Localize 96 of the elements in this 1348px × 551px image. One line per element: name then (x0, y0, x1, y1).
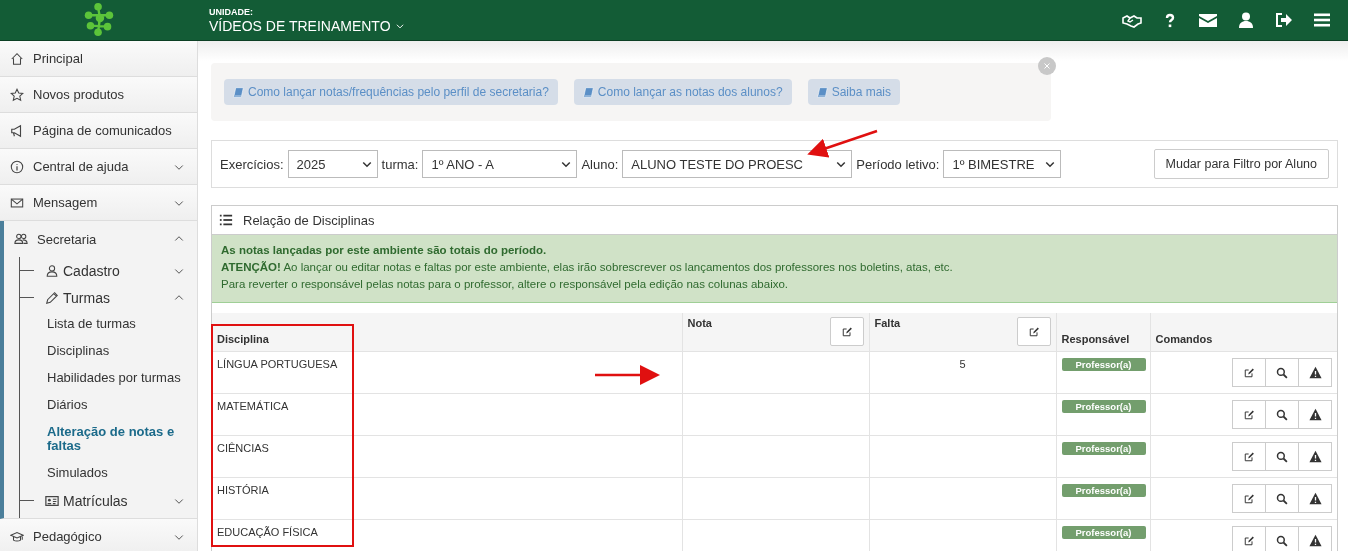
filter-label: turma: (381, 156, 419, 172)
responsible-tag: Professor(a) (1061, 526, 1146, 539)
table-cell: LÍNGUA PORTUGUESA (217, 358, 338, 370)
sidebar-link[interactable]: Diários (20, 392, 197, 419)
pencil-icon (45, 290, 59, 305)
filter-label: Exercícios: (220, 156, 284, 172)
close-icon (1043, 62, 1051, 70)
edit-icon (1243, 408, 1255, 421)
filter-select[interactable]: ALUNO TESTE DO PROESC (622, 150, 853, 178)
sidebar-item[interactable]: Principal (0, 41, 197, 77)
edit-icon (1243, 450, 1255, 463)
book-icon (816, 86, 828, 98)
edit-button[interactable] (1232, 484, 1266, 513)
sidebar-item[interactable]: Cadastro (20, 257, 197, 284)
warning-button[interactable] (1298, 442, 1332, 471)
warning-button[interactable] (1298, 526, 1332, 551)
warning-button[interactable] (1298, 400, 1332, 429)
search-icon (1276, 534, 1288, 547)
unit-dropdown[interactable]: VÍDEOS DE TREINAMENTO (209, 17, 1120, 34)
warning-icon (1308, 492, 1322, 505)
column-header: Responsável (1061, 333, 1130, 345)
mail-icon (10, 195, 24, 210)
annotation-arrow (807, 129, 878, 158)
column-header: Nota (687, 317, 712, 329)
warning-icon (1308, 408, 1322, 421)
edit-button[interactable] (1232, 526, 1266, 551)
filter-select[interactable]: 2025 (287, 150, 378, 178)
home-icon (10, 51, 24, 66)
info-icon (10, 159, 24, 174)
list-icon (219, 213, 233, 227)
warning-button[interactable] (1298, 358, 1332, 387)
star-icon (10, 87, 24, 102)
edit-button[interactable] (1232, 358, 1266, 387)
sidebar-item[interactable]: Página de comunicados (0, 113, 197, 149)
table-cell: EDUCAÇÃO FÍSICA (217, 526, 318, 538)
search-button[interactable] (1265, 400, 1299, 429)
responsible-tag: Professor(a) (1061, 400, 1146, 413)
megaphone-icon (10, 123, 24, 138)
table-cell: MATEMÁTICA (217, 400, 289, 412)
search-icon (1276, 492, 1288, 505)
table-cell: 5 (959, 358, 966, 370)
search-icon (1276, 408, 1288, 421)
sidebar-item[interactable]: Turmas (20, 284, 197, 311)
filter-label: Aluno: (581, 156, 619, 172)
book-icon (582, 86, 594, 98)
sidebar-link[interactable]: Simulados (20, 460, 197, 487)
filter-select[interactable]: 1º ANO - A (422, 150, 578, 178)
search-button[interactable] (1265, 358, 1299, 387)
notice-text: As notas lançadas por este ambiente são totais do período. (221, 243, 548, 258)
edit-icon (1243, 492, 1255, 505)
edit-icon (840, 325, 853, 338)
edit-button[interactable] (1232, 400, 1266, 429)
sidebar-item[interactable]: Novos produtos (0, 77, 197, 113)
search-icon (1276, 450, 1288, 463)
responsible-tag: Professor(a) (1061, 442, 1146, 455)
book-icon (233, 86, 244, 98)
user-icon (45, 263, 59, 278)
table-cell: HISTÓRIA (217, 484, 269, 496)
filter-mode-button[interactable]: Mudar para Filtro por Aluno (1153, 149, 1329, 179)
edit-button[interactable] (1232, 442, 1266, 471)
sidebar-item[interactable]: Central de ajuda (0, 149, 197, 185)
filter-label: Período letivo: (856, 156, 940, 172)
notice-text: Para reverter o responsável pelas notas para o professor, altere o responsável pela edição nas colunas abaixo. (221, 277, 790, 292)
unit-label: UNIDADE: (209, 6, 254, 17)
warning-icon (1308, 450, 1322, 463)
warning-icon (1308, 366, 1322, 379)
warning-icon (1308, 534, 1322, 547)
column-header: Disciplina (217, 333, 269, 345)
graduation-cap-icon (10, 529, 24, 544)
search-button[interactable] (1265, 484, 1299, 513)
sidebar-link[interactable]: Disciplinas (20, 338, 197, 365)
search-button[interactable] (1265, 442, 1299, 471)
sidebar-link[interactable]: Alteração de notas e faltas (20, 419, 197, 460)
responsible-tag: Professor(a) (1061, 358, 1146, 371)
edit-icon (1027, 325, 1040, 338)
panel-title: Relação de Disciplinas (243, 212, 375, 228)
sidebar-link[interactable]: Lista de turmas (20, 311, 197, 338)
sidebar-item[interactable]: Secretaria (4, 221, 197, 257)
search-icon (1276, 366, 1288, 379)
edit-icon (1243, 534, 1255, 547)
filter-select[interactable]: 1º BIMESTRE (943, 150, 1062, 178)
edit-icon (1243, 366, 1255, 379)
responsible-tag: Professor(a) (1061, 484, 1146, 497)
sidebar-item[interactable]: Mensagem (0, 185, 197, 221)
sidebar-link[interactable]: Habilidades por turmas (20, 365, 197, 392)
sidebar-item[interactable]: Matrículas (20, 487, 197, 514)
column-header: Comandos (1155, 333, 1213, 345)
edit-column-button[interactable] (1016, 317, 1051, 346)
table-cell: CIÊNCIAS (217, 442, 269, 454)
notice-text: ATENÇÃO! Ao lançar ou editar notas e faltas por este ambiente, elas irão sobrescrever os lançamentos dos professores nos boletins, atas, etc. (221, 260, 954, 275)
users-icon (14, 232, 28, 246)
column-header: Falta (874, 317, 901, 329)
annotation-arrow (595, 365, 660, 385)
edit-column-button[interactable] (829, 317, 864, 346)
warning-button[interactable] (1298, 484, 1332, 513)
id-card-icon (45, 493, 59, 508)
